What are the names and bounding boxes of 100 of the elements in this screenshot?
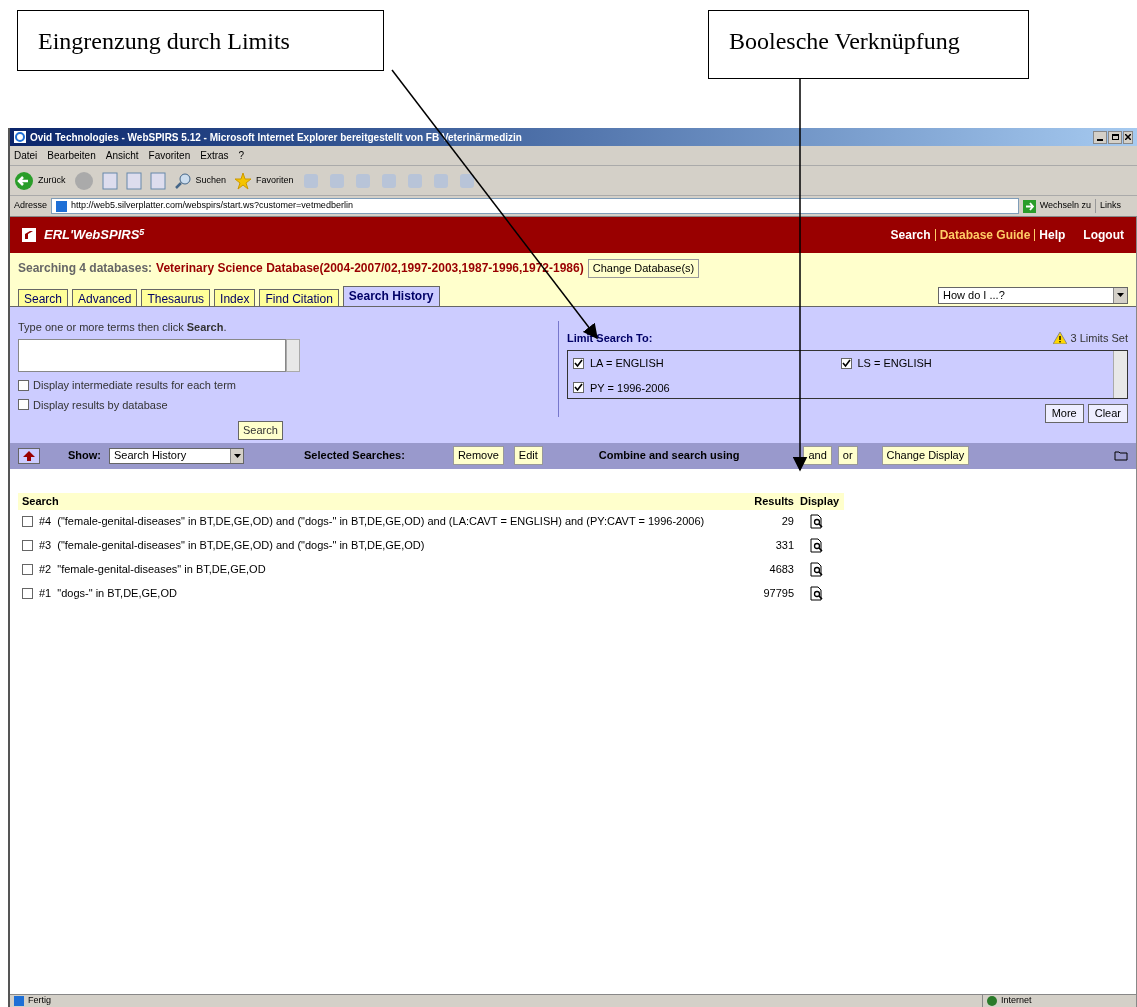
- limit-label: LA = ENGLISH: [590, 356, 664, 371]
- limit-label: PY = 1996-2006: [590, 380, 670, 396]
- search-number: #3: [39, 538, 52, 554]
- search-number: #1: [39, 586, 52, 602]
- status-text: Fertig: [28, 994, 51, 1007]
- tab[interactable]: Advanced: [72, 288, 138, 306]
- search-icon: [173, 171, 192, 190]
- checkbox[interactable]: [22, 564, 33, 575]
- top-button[interactable]: [18, 447, 40, 464]
- search-number: #4: [39, 514, 52, 530]
- show-label: Show:: [68, 448, 101, 464]
- display-icon[interactable]: [810, 586, 824, 601]
- search-query: ("female-genital-diseases" in BT,DE,GE,OD) and ("dogs-" in BT,DE,GE,OD): [57, 538, 425, 554]
- arrow-up-icon: [23, 450, 35, 461]
- limits-count: 3 Limits Set: [1070, 330, 1128, 346]
- arrow-right-icon: [1022, 199, 1036, 213]
- address-label: Adresse: [14, 199, 48, 213]
- tab[interactable]: Search: [18, 288, 69, 306]
- checkbox[interactable]: [840, 357, 852, 369]
- change-display-button[interactable]: Change Display: [881, 446, 970, 465]
- back-button[interactable]: Zurück: [14, 170, 66, 191]
- dropdown-button[interactable]: [1113, 287, 1127, 303]
- address-field[interactable]: http://web5.silverplatter.com/webspirs/start.ws?customer=vetmedberlin: [51, 198, 1019, 214]
- caret-icon: [233, 453, 241, 458]
- folder-icon: [1114, 450, 1128, 461]
- search-button[interactable]: Search: [238, 421, 283, 440]
- databases-label: Searching 4 databases:: [18, 260, 153, 278]
- nav-link[interactable]: Database Guide: [939, 226, 1031, 244]
- option-label: Display results by database: [33, 397, 168, 413]
- restore-button[interactable]: [1108, 130, 1122, 144]
- search-instructions: Type one or more terms then click Search.: [18, 319, 228, 335]
- favorites-button[interactable]: Favoriten: [234, 171, 294, 190]
- search-query: "dogs-" in BT,DE,GE,OD: [57, 586, 177, 602]
- display-icon[interactable]: [810, 514, 824, 529]
- scrollbar[interactable]: [1113, 351, 1127, 398]
- search-query: "female-genital-diseases" in BT,DE,GE,OD: [57, 562, 266, 578]
- nav-link[interactable]: Logout: [1083, 226, 1124, 244]
- menu-item[interactable]: Ansicht: [105, 148, 139, 163]
- result-count: 331: [775, 539, 794, 552]
- help-select[interactable]: How do I ...?: [938, 286, 1128, 304]
- limit-label: LS = ENGLISH: [857, 356, 932, 371]
- links-button[interactable]: Links: [1095, 199, 1121, 213]
- checkbox[interactable]: [22, 516, 33, 527]
- tab[interactable]: Index: [214, 288, 256, 306]
- tab[interactable]: Thesaurus: [141, 288, 211, 306]
- globe-icon: [987, 996, 997, 1006]
- limit-button[interactable]: More: [1044, 404, 1084, 423]
- dropdown-button[interactable]: [230, 448, 243, 463]
- star-icon: [234, 171, 253, 190]
- menu-item[interactable]: ?: [238, 148, 245, 163]
- display-icon[interactable]: [810, 562, 824, 577]
- scrollbar[interactable]: [286, 339, 300, 372]
- close-button[interactable]: [1123, 130, 1133, 144]
- column-header: Results: [754, 493, 795, 509]
- menu-item[interactable]: Extras: [200, 148, 229, 163]
- option-label: Display intermediate results for each term: [33, 378, 236, 393]
- logo-text: ERL'WebSPIRS$^{5}$: [44, 225, 145, 245]
- action-button[interactable]: Remove: [452, 446, 504, 465]
- show-select[interactable]: Search History: [109, 447, 244, 464]
- tab[interactable]: Find Citation: [259, 288, 339, 306]
- checkbox[interactable]: [18, 399, 29, 411]
- operator-button[interactable]: and: [803, 446, 832, 465]
- result-count: 4683: [769, 563, 794, 576]
- search-button[interactable]: Suchen: [173, 171, 227, 190]
- nav-link[interactable]: Help: [1039, 226, 1066, 244]
- column-header: Search: [21, 493, 60, 509]
- change-database-button[interactable]: Change Database(s): [587, 259, 700, 278]
- action-button[interactable]: Edit: [513, 446, 543, 465]
- limit-button[interactable]: Clear: [1087, 404, 1128, 423]
- result-count: 97795: [763, 587, 794, 600]
- nav-link[interactable]: Search: [890, 226, 931, 244]
- checkbox[interactable]: [573, 357, 584, 369]
- browser-icon: [14, 131, 26, 143]
- checkbox[interactable]: [18, 379, 29, 391]
- menu-item[interactable]: Datei: [14, 148, 38, 163]
- zone-text: Internet: [1001, 994, 1032, 1007]
- page-icon: [56, 200, 68, 212]
- minimize-button[interactable]: [1093, 130, 1107, 144]
- checkbox[interactable]: [22, 588, 33, 599]
- result-count: 29: [781, 515, 794, 528]
- callout-box: Eingrenzung durch Limits: [17, 10, 384, 71]
- limits-title: Limit Search To:: [567, 330, 653, 346]
- callout-box: Boolesche Verknüpfung: [708, 10, 1029, 79]
- search-query: ("female-genital-diseases" in BT,DE,GE,OD) and ("dogs-" in BT,DE,GE,OD) and (LA:CAVT = ENGLISH) and (PY:CAVT = 1996-2006): [57, 514, 705, 530]
- checkbox[interactable]: [573, 382, 584, 394]
- search-number: #2: [39, 562, 52, 578]
- page-icon: [14, 996, 24, 1006]
- search-input-field[interactable]: [18, 339, 286, 372]
- tab[interactable]: Search History: [342, 285, 440, 306]
- warning-icon: [1052, 331, 1067, 344]
- column-header: Display: [799, 493, 841, 509]
- menu-item[interactable]: Bearbeiten: [47, 148, 96, 163]
- operator-button[interactable]: or: [837, 446, 858, 465]
- combine-label: Combine and search using: [598, 448, 740, 464]
- checkbox[interactable]: [22, 540, 33, 551]
- display-icon[interactable]: [810, 538, 824, 553]
- menu-item[interactable]: Favoriten: [148, 148, 191, 163]
- logo-icon: [22, 228, 36, 242]
- caret-icon: [1117, 293, 1124, 297]
- go-button[interactable]: Wechseln zu: [1022, 199, 1091, 213]
